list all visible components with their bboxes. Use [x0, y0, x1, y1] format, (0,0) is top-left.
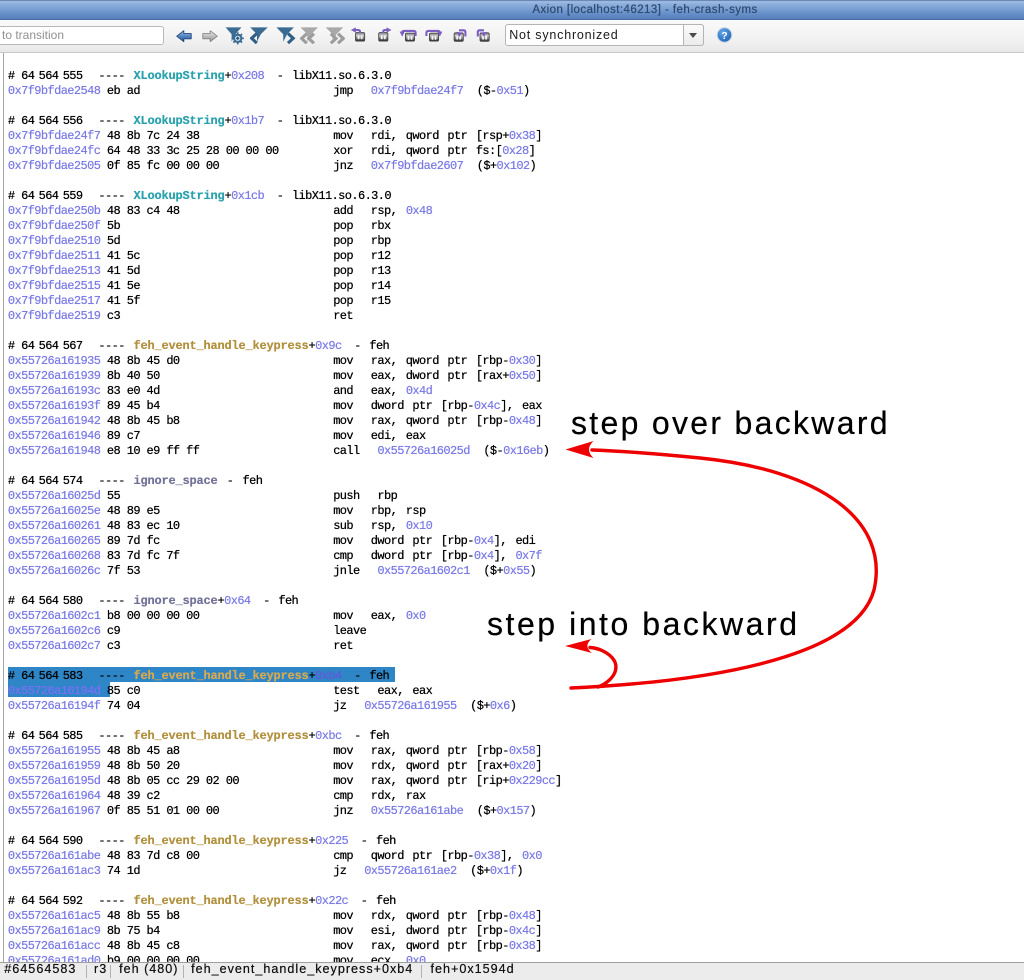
svg-text:?: ? — [721, 30, 727, 42]
